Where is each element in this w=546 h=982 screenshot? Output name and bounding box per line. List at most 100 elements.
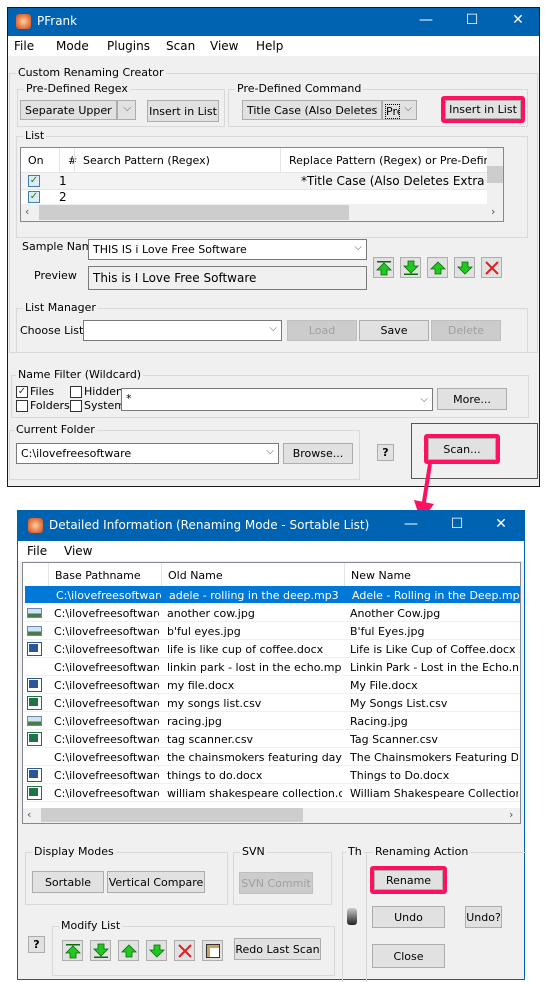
help-button[interactable]: ? [377,444,394,461]
menu-view[interactable]: View [64,544,92,558]
file-row[interactable]: C:\ilovefreesoftware another cow.jpg Anoth… [23,604,520,622]
scrollbar-thumb[interactable] [39,205,349,220]
move-up-button[interactable] [427,257,448,278]
save-button[interactable]: Save [359,320,429,341]
command-insert-in-list-button[interactable]: Insert in List [445,100,521,119]
load-button[interactable]: Load [287,320,357,341]
vertical-compare-button[interactable]: Vertical Compare [107,871,205,893]
scrollbar-thumb[interactable] [41,808,303,822]
sortable-button[interactable]: Sortable [32,871,104,893]
file-row[interactable]: C:\ilovefreesoftware my songs list.csv My … [23,694,520,712]
help-button[interactable]: ? [28,936,45,953]
name-filter-input[interactable]: * ⌵ [121,388,433,411]
move-down-button[interactable] [454,257,475,278]
old-name-cell: my songs list.csv [167,697,262,710]
redo-last-scan-button[interactable]: Redo Last Scan [234,938,321,960]
files-checkbox[interactable]: ✓ [16,386,28,398]
scroll-left-icon[interactable]: ‹ [25,205,29,218]
scrollbar-thumb[interactable] [487,166,503,183]
move-top-button[interactable] [62,940,83,961]
menu-mode[interactable]: Mode [56,39,89,53]
regex-extra-select[interactable]: ⌵ [117,100,136,120]
row-enabled-checkbox[interactable]: ✓ [28,191,40,203]
old-name-cell: b'ful eyes.jpg [167,625,241,638]
move-up-button[interactable] [118,940,139,961]
delete-row-button[interactable] [481,257,502,278]
minimize-button[interactable]: — [388,516,434,532]
file-row[interactable]: C:\ilovefreesoftware life is like cup of … [23,640,520,658]
horizontal-scrollbar[interactable]: ‹ › [23,808,520,823]
image-file-icon [27,626,42,636]
column-header-base-pathname[interactable]: Base Pathname [48,563,161,586]
move-bottom-button[interactable] [400,257,421,278]
list-row[interactable]: ✓ 1 *Title Case (Also Deletes Extra Whit [21,173,487,190]
file-row[interactable]: C:\ilovefreesoftware b'ful eyes.jpg B'ful … [23,622,520,640]
menu-help[interactable]: Help [256,39,283,53]
horizontal-scrollbar[interactable]: ‹ › [21,204,503,221]
move-down-button[interactable] [146,940,167,961]
file-row[interactable]: C:\ilovefreesoftware the chainsmokers fea… [23,748,520,766]
more-button[interactable]: More... [437,388,507,410]
minimize-button[interactable]: — [403,12,449,28]
undo-query-button[interactable]: Undo? [465,906,502,928]
scroll-right-icon[interactable]: › [509,808,513,821]
hidden-checkbox[interactable] [70,386,82,398]
column-header-new-name[interactable]: New Name [344,563,520,586]
maximize-button[interactable]: ☐ [434,516,480,532]
file-row[interactable]: C:\ilovefreesoftware racing.jpg Racing.jpg [23,712,520,730]
file-row[interactable]: C:\ilovefreesoftware tag scanner.csv Tag S… [23,730,520,748]
app-logo-icon [16,14,31,29]
file-row[interactable]: C:\ilovefreesoftware linkin park - lost i… [23,658,520,676]
file-row[interactable]: C:\ilovefreesoftware things to do.docx Thi… [23,766,520,784]
current-folder-select[interactable]: C:\ilovefreesoftware ⌵ [16,443,279,464]
scroll-right-icon[interactable]: › [491,205,495,218]
predefined-regex-select[interactable]: Separate Upper ⌵ [20,100,117,120]
rename-button[interactable]: Rename [374,870,443,890]
menu-file[interactable]: File [14,39,34,53]
scan-button[interactable]: Scan... [428,438,496,460]
sample-name-input[interactable]: THIS IS i Love Free Software ⌵ [88,239,367,260]
chevron-down-icon: ⌵ [269,323,277,334]
random-dice-button[interactable] [202,940,223,961]
close-button[interactable]: ✕ [495,12,541,28]
folders-checkbox[interactable] [16,400,28,412]
browse-button[interactable]: Browse... [283,443,353,464]
row-replace-pattern: *Title Case (Also Deletes Extra Whit [301,174,487,188]
folders-label: Folders [30,399,70,412]
choose-list-select[interactable]: ⌵ [83,320,282,341]
column-header-on[interactable]: On [28,154,44,167]
file-row[interactable]: C:\ilovefreesoftware my file.docx My File.… [23,676,520,694]
base-pathname-cell: C:\ilovefreesoftware [56,589,161,602]
delete-button[interactable]: Delete [431,320,501,341]
svn-commit-button[interactable]: SVN Commit [239,872,313,894]
command-option-select[interactable]: Pre ⌵ [382,100,417,120]
list-row[interactable]: ✓ 2 [21,190,487,204]
regex-insert-in-list-button[interactable]: Insert in List [147,100,219,122]
undo-button[interactable]: Undo [372,906,445,928]
column-header-replace[interactable]: Replace Pattern (Regex) or Pre-Defined C [280,148,487,173]
move-bottom-icon [403,260,419,276]
close-button[interactable]: ✕ [478,516,524,532]
menu-plugins[interactable]: Plugins [107,39,150,53]
delete-row-button[interactable] [174,940,195,961]
files-label: Files [30,385,55,398]
file-row[interactable]: C:\ilovefreesoftware adele - rolling in t… [25,586,520,604]
chevron-down-icon: ⌵ [266,446,274,457]
file-list-table: Base Pathname Old Name New Name C:\ilove… [22,562,521,824]
scroll-left-icon[interactable]: ‹ [27,808,31,821]
menu-scan[interactable]: Scan [166,39,195,53]
file-row[interactable]: C:\ilovefreesoftware william shakespeare … [23,784,520,802]
move-bottom-button[interactable] [90,940,111,961]
row-enabled-checkbox[interactable]: ✓ [28,175,40,187]
menu-view[interactable]: View [210,39,238,53]
menu-file[interactable]: File [27,544,47,558]
vertical-scrollbar[interactable] [487,148,503,204]
column-header-search[interactable]: Search Pattern (Regex) [74,148,210,173]
column-header-old-name[interactable]: Old Name [161,563,344,586]
maximize-button[interactable]: ☐ [449,12,495,28]
predefined-command-select[interactable]: Title Case (Also Deletes Ext⌵ [242,100,382,120]
system-checkbox[interactable] [70,400,82,412]
close-button[interactable]: Close [372,944,445,968]
base-pathname-cell: C:\ilovefreesoftware [54,625,159,638]
move-top-button[interactable] [373,257,394,278]
